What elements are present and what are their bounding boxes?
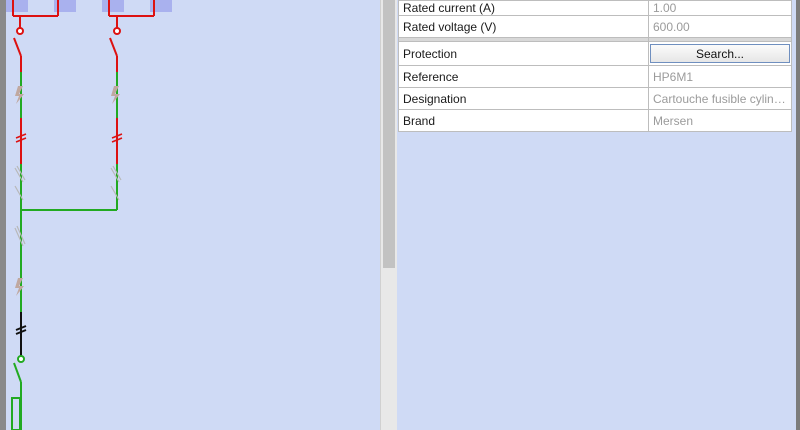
- lightning-icon: [15, 86, 120, 296]
- scrollbar-thumb[interactable]: [383, 0, 395, 268]
- schematic-diagram[interactable]: [6, 0, 380, 430]
- property-value[interactable]: HP6M1: [648, 65, 792, 88]
- wire-green[interactable]: [11, 72, 118, 430]
- property-value[interactable]: Mersen: [648, 109, 792, 132]
- search-button[interactable]: Search...: [650, 44, 790, 63]
- property-row[interactable]: Reference HP6M1: [398, 65, 792, 88]
- properties-grid: Rated current (A) 1.00 Rated voltage (V)…: [398, 0, 792, 132]
- properties-panel: Rated current (A) 1.00 Rated voltage (V)…: [397, 0, 800, 430]
- property-value[interactable]: 1.00: [648, 0, 792, 16]
- property-label: Protection: [398, 41, 649, 66]
- cable-marks: [15, 133, 123, 143]
- property-value: Search...: [648, 41, 792, 66]
- component-block[interactable]: [6, 0, 28, 12]
- property-label: Rated voltage (V): [398, 15, 649, 38]
- window-right-border: [796, 0, 800, 430]
- property-label: Rated current (A): [398, 0, 649, 16]
- wire-black[interactable]: [15, 312, 27, 356]
- property-row[interactable]: Protection Search...: [398, 41, 792, 66]
- component-block[interactable]: [102, 0, 124, 12]
- terminal-icon: [17, 355, 25, 363]
- property-value[interactable]: 600.00: [648, 15, 792, 38]
- property-row[interactable]: Designation Cartouche fusible cylindriq.…: [398, 87, 792, 110]
- property-label: Reference: [398, 65, 649, 88]
- fuse-icon: [14, 165, 122, 247]
- vertical-scrollbar[interactable]: [380, 0, 397, 430]
- branch-right-top[interactable]: [108, 0, 155, 164]
- property-value[interactable]: Cartouche fusible cylindriq...: [648, 87, 792, 110]
- property-row[interactable]: Rated voltage (V) 600.00: [398, 15, 792, 38]
- property-row[interactable]: Rated current (A) 1.00: [398, 0, 792, 16]
- property-row[interactable]: Brand Mersen: [398, 109, 792, 132]
- branch-left-top[interactable]: [12, 0, 59, 164]
- property-label: Designation: [398, 87, 649, 110]
- property-label: Brand: [398, 109, 649, 132]
- schematic-canvas: [6, 0, 172, 430]
